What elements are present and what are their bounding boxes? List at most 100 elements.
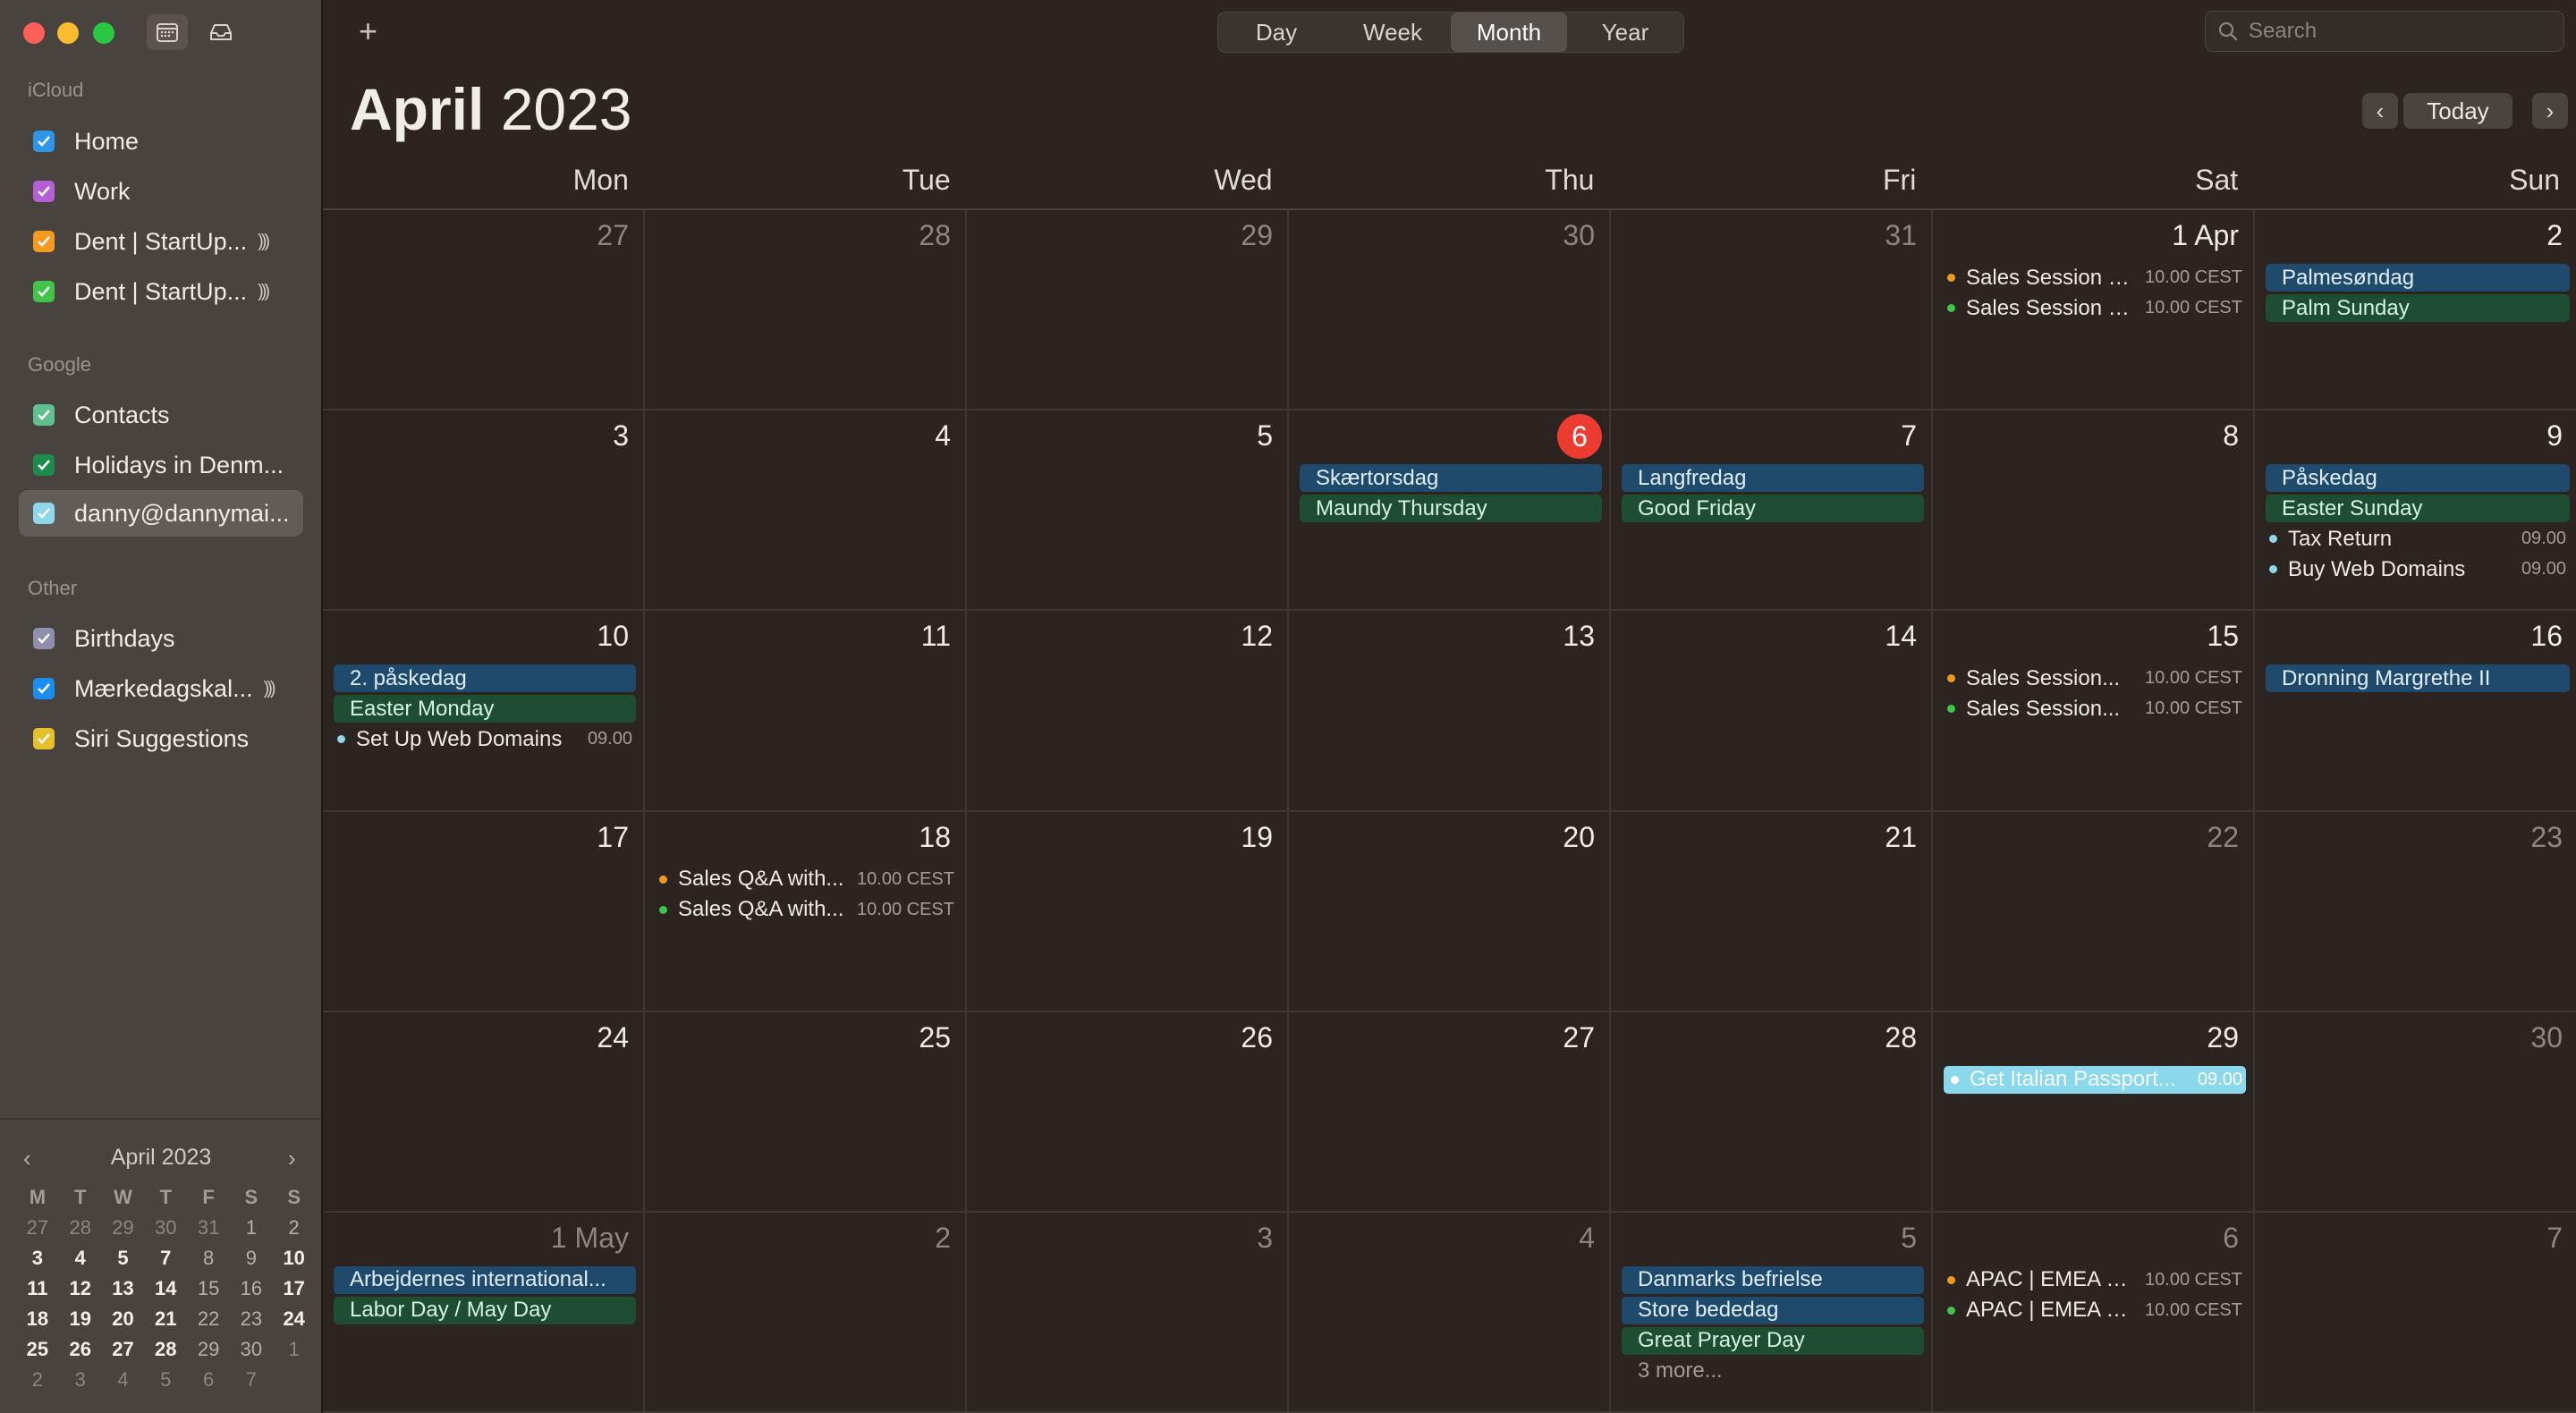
day-cell[interactable]: 19 (967, 811, 1289, 1012)
day-cell[interactable]: 21 (1611, 811, 1933, 1012)
mini-calendar-day[interactable]: 25 (16, 1335, 59, 1364)
sidebar-calendar-contacts[interactable]: Contacts (19, 392, 303, 438)
calendar-checkbox[interactable] (33, 181, 55, 202)
day-cell[interactable]: 3 (967, 1212, 1289, 1413)
timed-event[interactable]: Sales Session 1... 10.00 CEST (1944, 264, 2246, 292)
mini-calendar-day[interactable]: 23 (230, 1305, 273, 1333)
mini-calendar-day[interactable]: 29 (102, 1214, 145, 1242)
mini-calendar-day[interactable]: 13 (102, 1274, 145, 1303)
day-cell[interactable]: 3 (323, 410, 645, 612)
mini-calendar-day[interactable]: 1 (273, 1335, 316, 1364)
calendar-checkbox[interactable] (33, 728, 55, 749)
all-day-event[interactable]: Easter Monday (334, 695, 636, 723)
day-cell[interactable]: 1 May Arbejdernes international... Labor D… (323, 1212, 645, 1413)
mini-calendar-day[interactable]: 1 (230, 1214, 273, 1242)
all-day-event[interactable]: Maundy Thursday (1300, 495, 1602, 523)
calendar-checkbox[interactable] (33, 454, 55, 476)
calendar-checkbox[interactable] (33, 678, 55, 699)
day-cell[interactable]: 28 (1611, 1011, 1933, 1213)
mini-calendar-day[interactable]: 16 (230, 1274, 273, 1303)
all-day-event[interactable]: Get Italian Passport... 09.00 (1944, 1065, 2246, 1094)
day-cell[interactable]: 26 (967, 1011, 1289, 1213)
day-cell[interactable]: 27 (323, 210, 645, 411)
mini-calendar-prev-button[interactable]: ‹ (23, 1145, 31, 1172)
day-cell[interactable]: 1 Apr Sales Session 1... 10.00 CEST Sales S… (1933, 210, 2255, 411)
calendar-checkbox[interactable] (33, 503, 55, 524)
timed-event[interactable]: Buy Web Domains 09.00 (2266, 555, 2570, 583)
mini-calendar-day[interactable]: 9 (230, 1244, 273, 1273)
day-cell[interactable]: 18 Sales Q&A with... 10.00 CEST Sales Q&A w… (645, 811, 967, 1012)
mini-calendar-day[interactable]: 22 (187, 1305, 230, 1333)
day-cell[interactable]: 2 Palmesøndag Palm Sunday (2255, 210, 2576, 411)
day-cell[interactable]: 25 (645, 1011, 967, 1213)
all-day-event[interactable]: 2. påskedag (334, 664, 636, 693)
mini-calendar-day[interactable]: 3 (16, 1244, 59, 1273)
day-cell[interactable]: 15 Sales Session... 10.00 CEST Sales Sessio… (1933, 611, 2255, 812)
view-year-button[interactable]: Year (1567, 13, 1683, 52)
day-cell[interactable]: 4 (1289, 1212, 1611, 1413)
mini-calendar-day[interactable]: 15 (187, 1274, 230, 1303)
view-day-button[interactable]: Day (1218, 13, 1335, 52)
timed-event[interactable]: Sales Session... 10.00 CEST (1944, 664, 2246, 692)
mini-calendar-day[interactable]: 11 (16, 1274, 59, 1303)
calendar-checkbox[interactable] (33, 231, 55, 252)
day-cell[interactable]: 31 (1611, 210, 1933, 411)
mini-calendar-day[interactable]: 7 (230, 1366, 273, 1394)
mini-calendar-day[interactable]: 24 (273, 1305, 316, 1333)
day-cell[interactable]: 5 Danmarks befrielse Store bededag Great Pr… (1611, 1212, 1933, 1413)
day-cell[interactable]: 16 Dronning Margrethe II (2255, 611, 2576, 812)
day-cell[interactable]: 30 (1289, 210, 1611, 411)
all-day-event[interactable]: Labor Day / May Day (334, 1296, 636, 1324)
window-minimize-button[interactable] (57, 22, 79, 44)
day-cell[interactable]: 7 Langfredag Good Friday (1611, 410, 1933, 612)
timed-event[interactable]: Set Up Web Domains 09.00 (334, 725, 636, 753)
day-cell[interactable]: 4 (645, 410, 967, 612)
timed-event[interactable]: Sales Q&A with... 10.00 CEST (656, 866, 958, 893)
day-cell[interactable]: 8 (1933, 410, 2255, 612)
calendar-checkbox[interactable] (33, 404, 55, 426)
timed-event[interactable]: Sales Session... 10.00 CEST (1944, 695, 2246, 723)
mini-calendar-day[interactable]: 2 (16, 1366, 59, 1394)
mini-calendar-day[interactable]: 31 (187, 1214, 230, 1242)
calendar-checkbox[interactable] (33, 131, 55, 152)
mini-calendar-day[interactable]: 30 (144, 1214, 187, 1242)
mini-calendar-day[interactable]: 28 (144, 1335, 187, 1364)
mini-calendar-day[interactable]: 5 (144, 1366, 187, 1394)
timed-event[interactable]: Tax Return 09.00 (2266, 525, 2570, 553)
mini-calendar-day[interactable]: 2 (273, 1214, 316, 1242)
add-event-button[interactable]: + (359, 13, 377, 50)
day-cell[interactable]: 10 2. påskedag Easter Monday Set Up Web Dom… (323, 611, 645, 812)
day-cell[interactable]: 22 (1933, 811, 2255, 1012)
day-cell[interactable]: 2 (645, 1212, 967, 1413)
mini-calendar-day[interactable]: 3 (59, 1366, 102, 1394)
mini-calendar-next-button[interactable]: › (288, 1145, 296, 1172)
sidebar-calendar-work[interactable]: Work (19, 168, 303, 215)
all-day-event[interactable]: Store bededag (1622, 1296, 1924, 1324)
mini-calendar-day[interactable]: 18 (16, 1305, 59, 1333)
mini-calendar-day[interactable]: 10 (273, 1244, 316, 1273)
all-day-event[interactable]: Palmesøndag (2266, 264, 2570, 292)
sidebar-calendar-maerkedage[interactable]: Mærkedagskal... ))) (19, 665, 303, 712)
mini-calendar-day[interactable]: 27 (16, 1214, 59, 1242)
window-close-button[interactable] (23, 22, 45, 44)
mini-calendar-day[interactable]: 27 (102, 1335, 145, 1364)
day-cell[interactable]: 9 Påskedag Easter Sunday Tax Return 09.00 Buy… (2255, 410, 2576, 612)
mini-calendar-day[interactable]: 12 (59, 1274, 102, 1303)
day-cell[interactable]: 24 (323, 1011, 645, 1213)
mini-calendar-day[interactable]: 29 (187, 1335, 230, 1364)
calendar-checkbox[interactable] (33, 628, 55, 649)
sidebar-calendar-danny[interactable]: danny@dannymai... (19, 490, 303, 537)
mini-calendar-day[interactable]: 30 (230, 1335, 273, 1364)
mini-calendar-day[interactable]: 20 (102, 1305, 145, 1333)
day-cell[interactable]: 13 (1289, 611, 1611, 812)
all-day-event[interactable]: Langfredag (1622, 464, 1924, 493)
mini-calendar-day[interactable]: 5 (102, 1244, 145, 1273)
day-cell[interactable]: 20 (1289, 811, 1611, 1012)
mini-calendar-day[interactable]: 4 (102, 1366, 145, 1394)
day-cell[interactable]: 12 (967, 611, 1289, 812)
day-cell[interactable]: 7 (2255, 1213, 2576, 1413)
calendars-sidebar-toggle-button[interactable] (147, 14, 188, 50)
mini-calendar-day[interactable]: 26 (59, 1335, 102, 1364)
all-day-event[interactable]: Dronning Margrethe II (2266, 664, 2570, 693)
all-day-event[interactable]: Skærtorsdag (1300, 464, 1602, 493)
